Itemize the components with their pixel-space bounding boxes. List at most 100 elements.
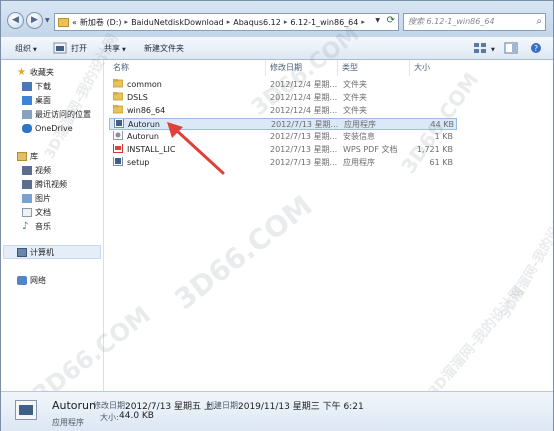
organize-button[interactable]: 组织 ▼ — [15, 43, 37, 54]
file-size: 61 KB — [429, 158, 453, 167]
nav-desktop-label: 桌面 — [35, 96, 51, 105]
share-label: 共享 — [104, 44, 120, 53]
file-type: 安装信息 — [343, 132, 375, 141]
details-modified-label: 修改日期: — [93, 401, 128, 410]
application-icon — [15, 400, 37, 420]
downloads-icon — [22, 82, 32, 91]
breadcrumb-separator-icon[interactable]: ▸ — [227, 18, 231, 26]
nav-favorites[interactable]: ★ 收藏夹 — [17, 66, 54, 79]
breadcrumb-overflow[interactable]: « — [72, 18, 77, 27]
file-date: 2012/12/4 星期... — [270, 93, 338, 102]
search-placeholder: 搜索 6.12-1_win86_64 — [408, 17, 495, 26]
file-size: 44 KB — [430, 120, 454, 129]
file-name: win86_64 — [127, 106, 166, 115]
nav-downloads[interactable]: 下载 — [22, 80, 51, 93]
nav-onedrive-label: OneDrive — [35, 124, 73, 133]
breadcrumb-baidu[interactable]: BaiduNetdiskDownload — [131, 18, 224, 27]
address-bar[interactable]: « 新加卷 (D:) ▸ BaiduNetdiskDownload ▸ Abaq… — [54, 13, 399, 31]
column-header-type[interactable]: 类型 — [338, 60, 410, 76]
command-bar: 组织 ▼ 打开 共享 ▼ 新建文件夹 ▼ ? — [1, 37, 553, 60]
column-header-name[interactable]: 名称 — [109, 60, 266, 76]
preview-pane-icon[interactable] — [504, 42, 518, 54]
network-icon — [17, 276, 27, 285]
nav-videos-label: 视频 — [35, 166, 51, 175]
forward-button[interactable]: ▶ — [26, 12, 43, 29]
file-date: 2012/12/4 星期... — [270, 106, 338, 115]
breadcrumb-separator-icon[interactable]: ▸ — [125, 18, 129, 26]
help-icon[interactable]: ? — [529, 42, 543, 54]
open-button[interactable]: 打开 — [71, 43, 87, 54]
watermark: 3D溜溜网-我的设计网 — [498, 201, 554, 322]
file-name-cell: DSLS — [113, 92, 263, 104]
nav-recent-label: 最近访问的位置 — [35, 110, 91, 119]
star-icon: ★ — [17, 67, 26, 78]
watermark: 3D溜溜网-我的设计网 — [425, 283, 528, 401]
nav-tencent-video[interactable]: 腾讯视频 — [22, 178, 67, 191]
file-size: 1 KB — [434, 132, 453, 141]
details-file-type: 应用程序 — [52, 418, 84, 427]
back-button[interactable]: ◀ — [7, 12, 24, 29]
pdf-icon — [113, 144, 127, 156]
nav-libraries-label: 库 — [30, 152, 38, 161]
nav-videos[interactable]: 视频 — [22, 164, 51, 177]
column-header-size[interactable]: 大小 — [410, 60, 460, 76]
file-row[interactable]: common 2012/12/4 星期... 文件夹 — [109, 79, 457, 91]
file-size — [409, 105, 453, 117]
nav-documents[interactable]: 文档 — [22, 206, 51, 219]
watermark: 3D66.COM — [168, 188, 319, 317]
details-pane: Autorun 应用程序 修改日期: 2012/7/13 星期五 上... 创建… — [1, 391, 553, 431]
file-row[interactable]: win86_64 2012/12/4 星期... 文件夹 — [109, 105, 457, 117]
details-size-label: 大小: — [100, 413, 119, 422]
breadcrumb-separator-icon[interactable]: ▸ — [284, 18, 288, 26]
cloud-icon — [22, 124, 32, 133]
nav-pictures-label: 图片 — [35, 194, 51, 203]
file-name: Autorun — [127, 132, 160, 141]
library-icon — [17, 152, 27, 161]
open-app-icon — [53, 42, 67, 54]
file-name: DSLS — [127, 93, 148, 102]
video-icon — [22, 180, 32, 189]
address-dropdown-icon[interactable]: ▼ — [375, 17, 380, 24]
video-icon — [22, 166, 32, 175]
breadcrumb-separator-icon[interactable]: ▸ — [361, 18, 365, 26]
nav-onedrive[interactable]: OneDrive — [22, 122, 73, 135]
file-name: Autorun — [128, 120, 161, 129]
explorer-window: ◀ ▶ ▼ « 新加卷 (D:) ▸ BaiduNetdiskDownload … — [0, 0, 554, 431]
breadcrumb-current[interactable]: 6.12-1_win86_64 — [290, 18, 358, 27]
nav-pictures[interactable]: 图片 — [22, 192, 51, 205]
nav-computer[interactable]: 计算机 — [17, 246, 54, 259]
details-created-value: 2019/11/13 星期三 下午 6:21 — [238, 402, 364, 412]
application-icon — [113, 157, 127, 169]
search-input[interactable]: 搜索 6.12-1_win86_64 ⌕ — [403, 13, 546, 31]
nav-music[interactable]: ♪ 音乐 — [22, 220, 51, 233]
file-type: 文件夹 — [343, 80, 367, 89]
nav-documents-label: 文档 — [35, 208, 51, 217]
file-date: 2012/12/4 星期... — [270, 80, 338, 89]
file-row[interactable]: DSLS 2012/12/4 星期... 文件夹 — [109, 92, 457, 104]
file-size: 1,721 KB — [416, 145, 453, 154]
new-folder-button[interactable]: 新建文件夹 — [144, 43, 184, 54]
breadcrumb-abaqus[interactable]: Abaqus6.12 — [233, 18, 281, 27]
view-options-icon[interactable] — [473, 42, 487, 54]
file-type: 应用程序 — [343, 158, 375, 167]
breadcrumb-drive[interactable]: 新加卷 (D:) — [80, 17, 122, 28]
column-header-date[interactable]: 修改日期 — [266, 60, 338, 76]
nav-recent[interactable]: 最近访问的位置 — [22, 108, 91, 121]
search-icon: ⌕ — [536, 16, 542, 27]
share-button[interactable]: 共享 ▼ — [104, 43, 126, 54]
nav-network[interactable]: 网络 — [17, 274, 46, 287]
file-type: 文件夹 — [343, 93, 367, 102]
file-name: setup — [127, 158, 150, 167]
file-name: common — [127, 80, 162, 89]
recent-pages-dropdown[interactable]: ▼ — [45, 17, 50, 24]
file-date: 2012/7/13 星期... — [270, 145, 338, 154]
file-size — [409, 79, 453, 91]
file-size — [409, 92, 453, 104]
refresh-icon[interactable]: ⟳ — [387, 15, 395, 26]
pictures-icon — [22, 194, 32, 203]
view-dropdown-icon[interactable]: ▼ — [491, 47, 495, 53]
folder-icon — [113, 105, 127, 117]
nav-libraries[interactable]: 库 — [17, 150, 38, 163]
nav-desktop[interactable]: 桌面 — [22, 94, 51, 107]
folder-icon — [58, 17, 69, 27]
